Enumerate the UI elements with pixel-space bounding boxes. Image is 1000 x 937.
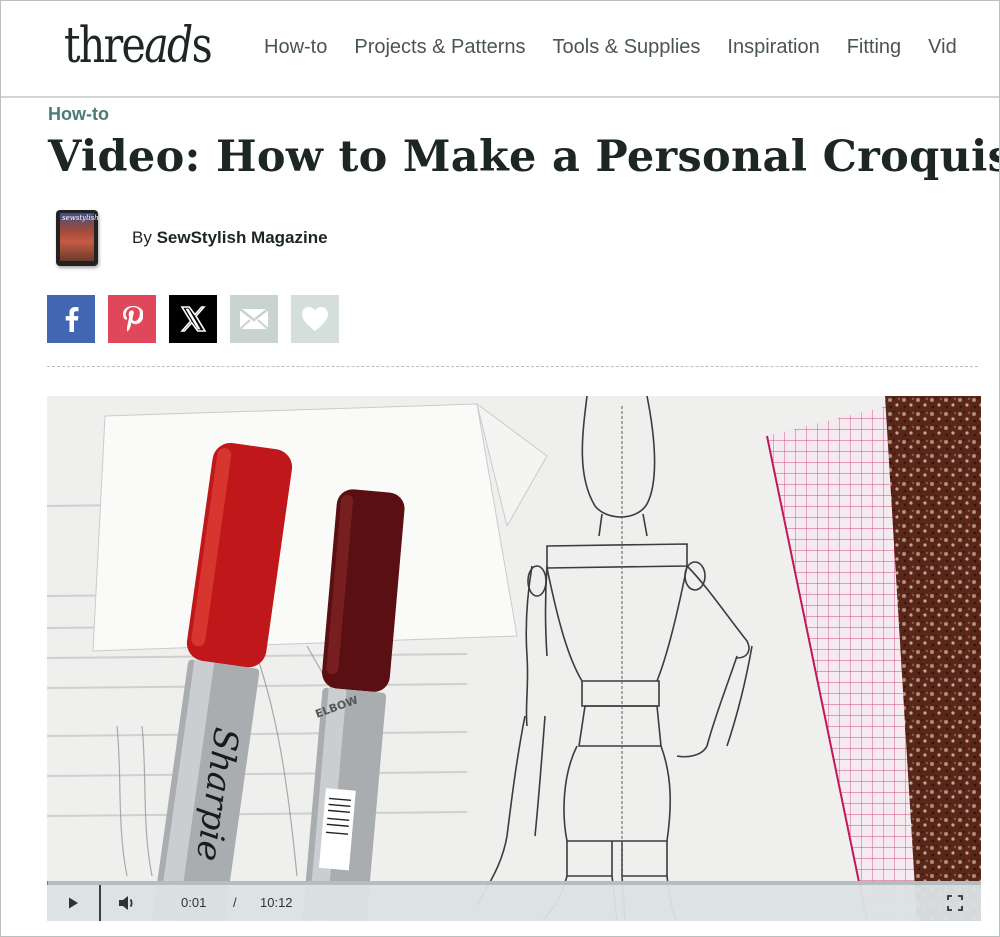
duration: 10:12: [260, 895, 293, 910]
site-header: threads How-to Projects & Patterns Tools…: [0, 0, 1000, 98]
volume-icon: [119, 896, 133, 910]
current-time: 0:01: [181, 895, 207, 910]
main-nav: How-to Projects & Patterns Tools & Suppl…: [264, 36, 984, 59]
section-divider: [47, 366, 978, 367]
share-bar: [47, 295, 339, 343]
heart-icon: [302, 307, 328, 331]
byline-prefix: By: [132, 228, 152, 247]
nav-item-video[interactable]: Vid: [928, 36, 957, 59]
time-separator: /: [233, 895, 237, 910]
share-pinterest-button[interactable]: [108, 295, 156, 343]
play-icon: [69, 897, 78, 909]
avatar-masthead: sewstylish: [62, 214, 98, 222]
article-category[interactable]: How-to: [48, 104, 109, 125]
share-facebook-button[interactable]: [47, 295, 95, 343]
x-icon: [180, 306, 207, 332]
mail-icon: [239, 308, 269, 330]
fullscreen-button[interactable]: [937, 885, 973, 921]
author-name[interactable]: SewStylish Magazine: [157, 228, 328, 247]
fullscreen-icon: [947, 895, 963, 911]
share-email-button[interactable]: [230, 295, 278, 343]
video-player[interactable]: Sharpie ELBOW 0:01 / 10:12: [47, 396, 981, 921]
site-logo[interactable]: threads: [64, 20, 213, 70]
page-title: Video: How to Make a Personal Croquis: [48, 132, 1000, 182]
video-frame-image: Sharpie ELBOW: [47, 396, 981, 921]
author-avatar[interactable]: sewstylish: [56, 210, 98, 266]
nav-item-projects-patterns[interactable]: Projects & Patterns: [354, 36, 525, 59]
share-favorite-button[interactable]: [291, 295, 339, 343]
video-controls: 0:01 / 10:12: [47, 881, 981, 921]
nav-item-how-to[interactable]: How-to: [264, 36, 327, 59]
play-button[interactable]: [47, 885, 101, 921]
nav-item-tools-supplies[interactable]: Tools & Supplies: [553, 36, 701, 59]
pinterest-icon: [123, 306, 143, 332]
facebook-icon: [65, 307, 79, 332]
volume-button[interactable]: [105, 885, 149, 921]
nav-item-fitting[interactable]: Fitting: [847, 36, 901, 59]
nav-item-inspiration[interactable]: Inspiration: [727, 36, 819, 59]
byline: By SewStylish Magazine: [132, 228, 328, 248]
share-x-button[interactable]: [169, 295, 217, 343]
progress-bar[interactable]: [47, 881, 981, 885]
